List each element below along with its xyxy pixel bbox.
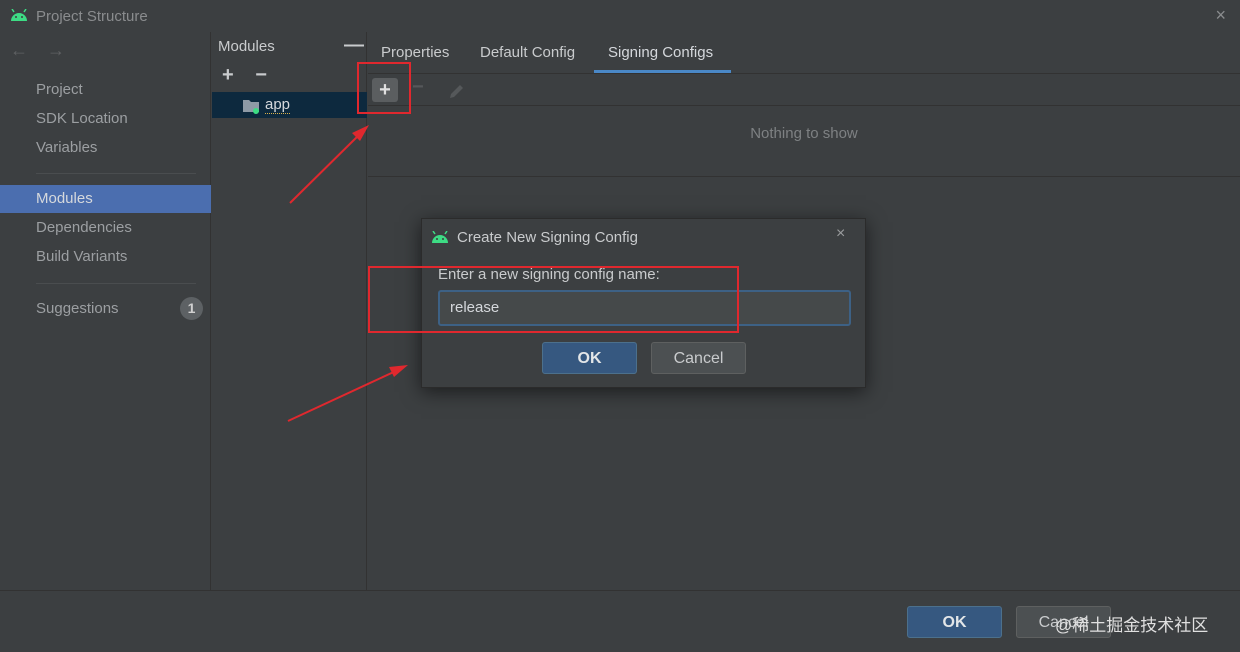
remove-module-icon[interactable]: −	[255, 64, 267, 86]
sidebar-item-build-variants[interactable]: Build Variants	[0, 243, 211, 271]
remove-signing-config-icon[interactable]: −	[412, 76, 424, 99]
history-nav: ← →	[10, 40, 79, 61]
module-folder-icon	[243, 100, 259, 114]
tab-properties[interactable]: Properties	[381, 44, 449, 61]
android-icon	[432, 231, 448, 243]
sidebar-item-project[interactable]: Project	[0, 76, 211, 104]
sidebar-item-variables[interactable]: Variables	[0, 134, 211, 162]
tab-signing-configs[interactable]: Signing Configs	[608, 44, 713, 61]
add-module-icon[interactable]: +	[222, 64, 234, 86]
collapse-icon[interactable]: —	[344, 34, 364, 57]
annotation-box-add	[357, 62, 411, 114]
dialog-cancel-button[interactable]: Cancel	[651, 342, 746, 374]
back-arrow-icon[interactable]: ←	[10, 40, 28, 60]
modules-header: Modules	[218, 38, 275, 55]
dialog-ok-button[interactable]: OK	[542, 342, 637, 374]
sidebar: ← → Project SDK Location Variables Modul…	[0, 32, 211, 590]
sidebar-item-dependencies[interactable]: Dependencies	[0, 214, 211, 242]
module-label: app	[265, 96, 291, 114]
signing-configs-list: Nothing to show	[368, 107, 1240, 177]
sidebar-divider	[36, 173, 196, 174]
watermark-text: @稀土掘金技术社区	[1055, 616, 1209, 635]
edit-pencil-icon[interactable]	[448, 82, 466, 100]
title-bar: Project Structure ×	[0, 0, 1240, 32]
suggestions-count-badge: 1	[180, 297, 203, 320]
sidebar-divider	[36, 283, 196, 284]
close-icon[interactable]: ×	[1215, 5, 1226, 26]
ok-button[interactable]: OK	[907, 606, 1002, 638]
dialog-close-icon[interactable]: ×	[836, 225, 845, 243]
modules-toolbar: + −	[222, 64, 283, 87]
active-tab-indicator	[594, 70, 731, 73]
forward-arrow-icon[interactable]: →	[47, 40, 65, 60]
tab-bar: Properties Default Config Signing Config…	[368, 32, 1240, 74]
signing-configs-toolbar: + −	[368, 74, 1240, 106]
window-title: Project Structure	[36, 8, 148, 25]
modules-panel: Modules — + − app	[212, 32, 367, 590]
sidebar-item-modules[interactable]: Modules	[0, 185, 211, 213]
module-row-app[interactable]: app	[212, 92, 367, 118]
empty-list-text: Nothing to show	[750, 125, 858, 142]
tab-default-config[interactable]: Default Config	[480, 44, 575, 61]
footer-bar: OK Cancel @稀土掘金技术社区	[0, 590, 1240, 652]
dialog-title: Create New Signing Config	[457, 229, 638, 246]
android-icon	[11, 9, 27, 21]
sidebar-item-sdk-location[interactable]: SDK Location	[0, 105, 211, 133]
annotation-box-input	[368, 266, 739, 333]
